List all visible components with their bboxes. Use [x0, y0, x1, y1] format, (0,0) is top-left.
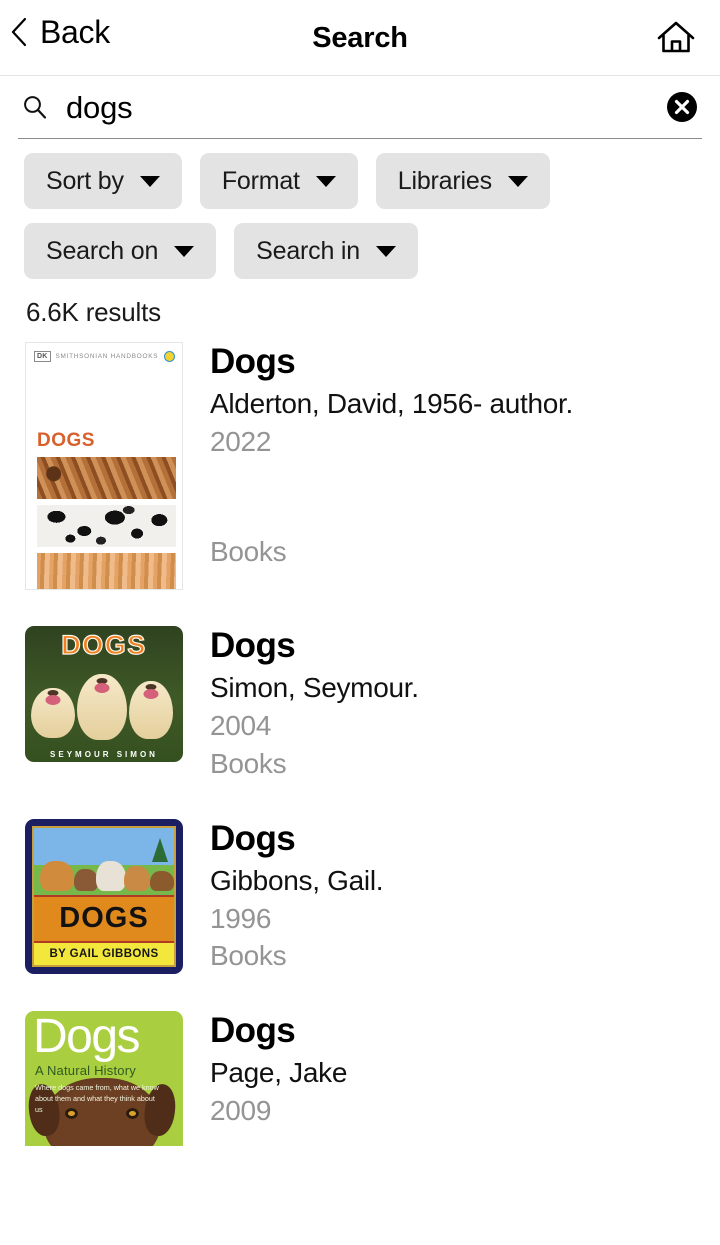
result-blank-line: [210, 461, 720, 533]
cover-series-label: SMITHSONIAN HANDBOOKS: [55, 353, 159, 360]
search-results-list: DK SMITHSONIAN HANDBOOKS DOGS Dogs Alder…: [0, 328, 720, 1147]
chevron-down-icon: [174, 245, 195, 257]
book-cover[interactable]: DK SMITHSONIAN HANDBOOKS DOGS: [25, 342, 183, 590]
filter-chip-label: Format: [221, 166, 300, 195]
cover-dk-handbook: DK SMITHSONIAN HANDBOOKS DOGS: [25, 342, 183, 590]
puppy-illustration: [31, 688, 75, 738]
cover-subtitle-text: A Natural History: [35, 1063, 136, 1079]
result-author: Gibbons, Gail.: [210, 864, 384, 896]
filter-chip-search-on[interactable]: Search on: [24, 223, 217, 279]
filter-chip-libraries[interactable]: Libraries: [375, 153, 550, 209]
result-year: 2022: [210, 425, 272, 457]
search-result-item[interactable]: DOGS BY GAIL GIBBONS Dogs Gibbons, Gail.…: [0, 818, 720, 976]
search-icon: [24, 96, 47, 119]
book-cover[interactable]: DOGS SEYMOUR SIMON: [25, 626, 183, 783]
result-year: 1996: [210, 902, 272, 934]
cover-natural-history: Dogs A Natural History Where dogs came f…: [25, 1011, 183, 1147]
puppy-illustration: [129, 681, 173, 739]
filter-chip-row-2: Search on Search in: [24, 223, 720, 279]
search-result-item[interactable]: DK SMITHSONIAN HANDBOOKS DOGS Dogs Alder…: [0, 342, 720, 590]
search-bar[interactable]: dogs: [18, 76, 702, 139]
cover-gail-gibbons: DOGS BY GAIL GIBBONS: [25, 818, 183, 974]
dog-illustration: [74, 868, 98, 891]
cover-fur-band-dalmatian: [37, 505, 176, 547]
filter-chip-label: Libraries: [397, 166, 492, 195]
result-metadata: Dogs Page, Jake 2009: [183, 1011, 720, 1146]
cover-inner-frame: DOGS BY GAIL GIBBONS: [32, 825, 176, 967]
filter-chip-sort-by[interactable]: Sort by: [24, 153, 182, 209]
result-title[interactable]: Dogs: [210, 626, 720, 665]
dog-illustration: [96, 860, 126, 891]
result-metadata: Dogs Alderton, David, 1956- author. 2022…: [183, 342, 720, 590]
result-year: 2004: [210, 709, 272, 741]
chevron-down-icon: [139, 175, 160, 187]
cover-title-text: DOGS: [61, 630, 147, 660]
result-author: Alderton, David, 1956- author.: [210, 388, 574, 420]
tree-illustration: [152, 837, 168, 862]
result-metadata: Dogs Gibbons, Gail. 1996 Books: [183, 819, 720, 976]
results-count: 6.6K results: [26, 297, 161, 327]
search-result-item[interactable]: Dogs A Natural History Where dogs came f…: [0, 1011, 720, 1147]
cover-blurb-text: Where dogs came from, what we know about…: [35, 1083, 159, 1115]
cover-title-text: Dogs: [33, 1011, 141, 1064]
cover-title-text: DOGS: [37, 430, 95, 451]
result-format: Books: [210, 747, 287, 779]
result-author: Page, Jake: [210, 1057, 348, 1089]
cover-byline-text: BY GAIL GIBBONS: [34, 942, 174, 965]
result-title[interactable]: Dogs: [210, 1011, 720, 1050]
home-icon: [657, 21, 695, 53]
dog-illustration: [124, 865, 150, 891]
chevron-down-icon: [315, 175, 336, 187]
filter-chip-area: Sort by Format Libraries Search on Searc…: [0, 139, 720, 279]
cover-title-text: DOGS: [34, 896, 174, 943]
cover-seymour-simon: DOGS SEYMOUR SIMON: [25, 626, 183, 762]
chevron-down-icon: [376, 245, 396, 257]
smithsonian-dot-icon: [164, 351, 175, 362]
search-result-item[interactable]: DOGS SEYMOUR SIMON Dogs Simon, Seymour. …: [0, 626, 720, 783]
filter-chip-format[interactable]: Format: [199, 153, 358, 209]
clear-search-button[interactable]: [666, 91, 698, 123]
cover-fur-band-curly: [37, 457, 176, 499]
filter-chip-label: Search on: [46, 236, 159, 265]
result-format: Books: [210, 940, 287, 972]
cover-series-header: DK SMITHSONIAN HANDBOOKS: [26, 343, 182, 362]
filter-chip-label: Search in: [256, 236, 360, 265]
app-header: Back Search: [0, 0, 720, 76]
book-cover[interactable]: Dogs A Natural History Where dogs came f…: [25, 1011, 183, 1147]
result-format: Books: [210, 535, 287, 567]
puppy-illustration: [77, 674, 127, 740]
page-title: Search: [312, 22, 408, 54]
filter-chip-row-1: Sort by Format Libraries: [24, 153, 720, 209]
filter-chip-label: Sort by: [46, 166, 124, 195]
cover-fur-band-golden: [37, 553, 176, 589]
cover-author-text: SEYMOUR SIMON: [50, 750, 158, 759]
result-title[interactable]: Dogs: [210, 819, 720, 858]
filter-chip-search-in[interactable]: Search in: [234, 223, 418, 279]
dk-publisher-logo: DK: [34, 351, 51, 362]
dog-illustration: [150, 870, 174, 891]
home-button[interactable]: [654, 18, 698, 58]
result-year: 2009: [210, 1095, 272, 1127]
result-author: Simon, Seymour.: [210, 672, 419, 704]
search-input[interactable]: dogs: [66, 92, 666, 123]
result-metadata: Dogs Simon, Seymour. 2004 Books: [183, 626, 720, 783]
book-cover[interactable]: DOGS BY GAIL GIBBONS: [25, 818, 183, 976]
dog-illustration: [40, 860, 74, 891]
chevron-down-icon: [507, 175, 528, 187]
cover-illustration-scene: [34, 827, 174, 897]
result-title[interactable]: Dogs: [210, 342, 720, 381]
